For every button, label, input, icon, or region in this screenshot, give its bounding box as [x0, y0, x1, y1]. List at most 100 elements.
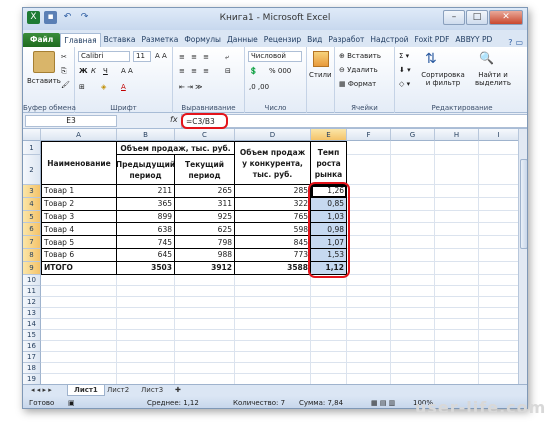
cell-previous-period[interactable]: 745 [117, 236, 175, 249]
column-header-d[interactable]: D [235, 129, 311, 141]
grid-cell[interactable] [435, 362, 479, 374]
row-header-10[interactable]: 10 [23, 274, 41, 286]
fx-icon[interactable]: fx [170, 115, 178, 124]
tab-home[interactable]: Главная [60, 33, 101, 47]
grid-cell[interactable] [235, 362, 311, 374]
grid-cell[interactable] [311, 362, 347, 374]
maximize-button[interactable]: □ [466, 10, 488, 25]
cell-product-name[interactable]: Товар 5 [41, 236, 117, 249]
currency-icon[interactable]: 💲 [249, 67, 258, 75]
grid-cell[interactable] [41, 285, 117, 297]
grid-cell[interactable] [347, 155, 391, 185]
grid-cell[interactable] [479, 330, 518, 341]
cell-competitor-sales[interactable]: 598 [235, 223, 311, 237]
grid-cell[interactable] [347, 285, 391, 297]
grid-cell[interactable] [347, 362, 391, 374]
row-header-18[interactable]: 18 [23, 362, 41, 374]
grid-cell[interactable] [175, 329, 235, 341]
grid-cell[interactable] [175, 362, 235, 374]
autosum-icon[interactable]: Σ ▾ [399, 52, 409, 60]
grid-cell[interactable] [479, 185, 518, 198]
tab-review[interactable]: Рецензир [261, 33, 304, 47]
row-header-6[interactable]: 6 [23, 223, 41, 237]
tab-view[interactable]: Вид [304, 33, 325, 47]
grid-cell[interactable] [391, 351, 435, 363]
cell-product-name[interactable]: ИТОГО [41, 261, 117, 275]
cell-current-period[interactable]: 798 [175, 236, 235, 249]
row-header-19[interactable]: 19 [23, 373, 41, 384]
italic-icon[interactable]: К [91, 67, 96, 75]
grid-cell[interactable] [41, 274, 117, 286]
grid-cell[interactable] [311, 329, 347, 341]
tab-foxit[interactable]: Foxit PDF [412, 33, 453, 47]
grid-cell[interactable] [235, 285, 311, 297]
grid-cell[interactable] [479, 308, 518, 319]
grid-cell[interactable] [435, 185, 479, 198]
grid-cell[interactable] [391, 261, 435, 275]
grid-cell[interactable] [117, 373, 175, 384]
styles-button[interactable]: Стили [309, 71, 332, 79]
row-header-2[interactable]: 2 [23, 155, 41, 185]
grid-cell[interactable] [41, 351, 117, 363]
grid-cell[interactable] [435, 261, 479, 275]
grid-cell[interactable] [311, 296, 347, 308]
row-header-8[interactable]: 8 [23, 249, 41, 262]
find-select-button[interactable]: Найти и выделить [469, 71, 517, 87]
tab-page-layout[interactable]: Разметка [138, 33, 181, 47]
grid-cell[interactable] [41, 329, 117, 341]
grid-cell[interactable] [479, 249, 518, 262]
grid-cell[interactable] [175, 351, 235, 363]
cell-product-name[interactable]: Товар 3 [41, 210, 117, 224]
grid-cell[interactable] [479, 352, 518, 363]
grid-cell[interactable] [175, 274, 235, 286]
grid-cell[interactable] [435, 296, 479, 308]
row-header-4[interactable]: 4 [23, 197, 41, 211]
grid-cell[interactable] [175, 373, 235, 384]
decimal-icon[interactable]: ,0 ,00 [249, 83, 269, 91]
grid-cell[interactable] [391, 318, 435, 330]
grid-cell[interactable] [235, 351, 311, 363]
font-grow-icon[interactable]: A A [121, 67, 133, 75]
sheet-tab-1[interactable]: Лист1 [67, 385, 105, 396]
scroll-thumb[interactable] [520, 159, 527, 249]
grid-cell[interactable] [391, 223, 435, 237]
grid-cell[interactable] [391, 185, 435, 198]
row-header-7[interactable]: 7 [23, 236, 41, 249]
column-header-b[interactable]: B [117, 129, 175, 141]
grid-cell[interactable] [391, 296, 435, 308]
row-header-1[interactable]: 1 [23, 141, 41, 155]
grid-cell[interactable] [175, 285, 235, 297]
grid-cell[interactable] [391, 340, 435, 352]
select-all-corner[interactable] [23, 129, 41, 141]
row-header-17[interactable]: 17 [23, 351, 41, 363]
grid-cell[interactable] [235, 373, 311, 384]
grid-cell[interactable] [347, 223, 391, 237]
cell-product-name[interactable]: Товар 2 [41, 197, 117, 211]
grid-cell[interactable] [235, 318, 311, 330]
grid-cell[interactable] [311, 318, 347, 330]
grid-cell[interactable] [41, 362, 117, 374]
cell-current-period[interactable]: 625 [175, 223, 235, 237]
grid-cell[interactable] [311, 340, 347, 352]
grid-cell[interactable] [391, 236, 435, 249]
grid-cell[interactable] [117, 307, 175, 319]
grid-cell[interactable] [311, 351, 347, 363]
grid-cell[interactable] [347, 351, 391, 363]
column-header-c[interactable]: C [175, 129, 235, 141]
vertical-scrollbar[interactable] [518, 129, 527, 384]
grid-cell[interactable] [391, 329, 435, 341]
insert-cells-button[interactable]: ⊕ Вставить [339, 52, 381, 60]
grid-cell[interactable] [391, 285, 435, 297]
grid-cell[interactable] [479, 198, 518, 211]
grid-cell[interactable] [479, 141, 518, 155]
close-button[interactable]: ✕ [489, 10, 523, 25]
font-size-dropdown[interactable]: 11 [133, 51, 151, 62]
cell-product-name[interactable]: Товар 6 [41, 249, 117, 262]
grid-cell[interactable] [235, 307, 311, 319]
tab-developer[interactable]: Разработ [325, 33, 367, 47]
worksheet-grid[interactable]: ABCDEFGHI1234567891011121314151617181920… [23, 129, 518, 384]
font-name-dropdown[interactable]: Calibri [78, 51, 130, 62]
grid-cell[interactable] [41, 296, 117, 308]
wrap-text-icon[interactable]: ⤶ [225, 53, 229, 62]
macro-record-icon[interactable]: ▣ [68, 396, 75, 408]
